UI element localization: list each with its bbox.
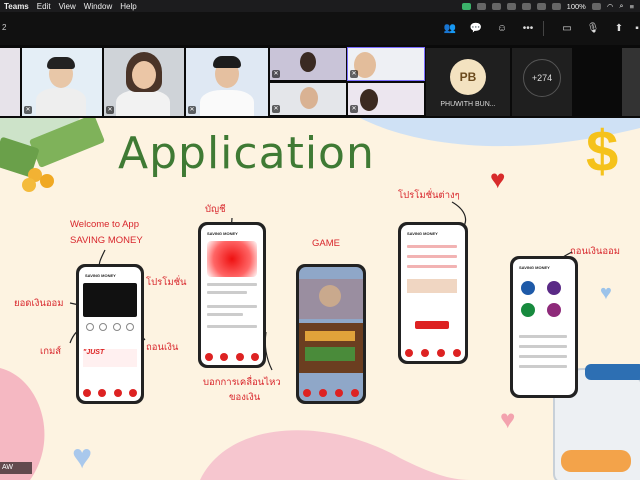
phone-nav-bar (201, 353, 263, 361)
promo-banner: "JUST (83, 349, 137, 367)
more-participants-tile[interactable]: +274 (512, 48, 572, 116)
phone-screen: SAVING MONEY (201, 225, 263, 365)
menu-view[interactable]: View (59, 2, 76, 11)
people-icon[interactable]: 👥 (443, 22, 457, 35)
battery-percent: 100% (566, 1, 586, 11)
reactions-icon[interactable]: ☺ (495, 22, 509, 35)
promo-image (407, 279, 457, 293)
tray-icon[interactable] (476, 2, 486, 10)
participant-name: PHUWITH BUN... (440, 101, 496, 108)
meeting-counter: 2 (2, 23, 7, 32)
phone-brand: SAVING MONEY (519, 265, 550, 270)
video-tile[interactable]: ✕ (22, 48, 102, 116)
video-tile[interactable]: ✕ (348, 83, 424, 115)
tray-icon[interactable] (506, 2, 516, 10)
mic-muted-icon: ✕ (106, 106, 114, 114)
phone-menu-icons (83, 323, 137, 333)
phone-mockup-account: SAVING MONEY (198, 222, 266, 368)
mic-muted-icon: ✕ (350, 105, 358, 113)
tray-icon[interactable] (521, 2, 531, 10)
phone-mockup-promotions: SAVING MONEY (398, 222, 468, 364)
menu-edit[interactable]: Edit (37, 2, 51, 11)
balance-card (207, 241, 257, 277)
camera-off-icon[interactable]: ▭ (560, 22, 574, 35)
video-tile[interactable]: ✕ (270, 83, 346, 115)
chat-icon[interactable]: 💬 (469, 22, 483, 35)
participant-tile-pb[interactable]: PB PHUWITH BUN... (426, 48, 510, 116)
menu-window[interactable]: Window (84, 2, 112, 11)
mic-muted-icon: ✕ (272, 105, 280, 113)
mic-muted-icon: ✕ (350, 70, 358, 78)
mic-muted-icon: ✕ (272, 70, 280, 78)
video-tile[interactable]: ✕ (104, 48, 184, 116)
wifi-icon[interactable]: ◠ (607, 2, 614, 11)
more-options-icon[interactable]: ••• (521, 22, 535, 35)
phone-screen (299, 267, 363, 401)
phone-screen: SAVING MONEY (401, 225, 465, 361)
game-board (299, 323, 363, 373)
phone-screen: SAVING MONEY (513, 259, 575, 395)
keyboard-image (83, 283, 137, 317)
mic-muted-icon: ✕ (24, 106, 32, 114)
avatar: PB (450, 59, 486, 95)
toolbar-divider (543, 21, 544, 36)
share-screen-icon[interactable]: ⬆ (612, 22, 626, 35)
more-participants-count: +274 (523, 59, 561, 97)
search-icon[interactable]: ⌕ (619, 1, 623, 11)
menu-help[interactable]: Help (120, 2, 136, 11)
tray-icon[interactable] (536, 2, 546, 10)
promo-button (415, 321, 449, 329)
bank-logo (521, 281, 535, 295)
video-tile[interactable] (622, 48, 640, 116)
mic-off-icon[interactable]: 🎙 (586, 22, 600, 35)
phone-mockup-home: SAVING MONEY "JUST (76, 264, 144, 404)
tray-icon[interactable] (461, 2, 471, 10)
participant-strip: ✕ ✕ ✕ ✕ ✕ ✕ ✕ PB PHUWITH BUN... +274 (0, 45, 640, 118)
phone-nav-bar (401, 349, 465, 357)
video-tile[interactable]: ✕ (270, 48, 346, 80)
bank-logo (547, 281, 561, 295)
shared-slide: $ ♥ ♥ ♥ ♥ Application Welcome to App SAV… (0, 118, 640, 480)
tray-icon[interactable] (551, 2, 561, 10)
phone-brand: SAVING MONEY (207, 231, 238, 236)
bank-logo (521, 303, 535, 317)
phone-brand: SAVING MONEY (407, 231, 438, 236)
phone-mockup-withdraw: SAVING MONEY (510, 256, 578, 398)
phone-mockup-game (296, 264, 366, 404)
app-menu-teams[interactable]: Teams (4, 2, 29, 11)
phone-screen: SAVING MONEY "JUST (79, 267, 141, 401)
video-tile[interactable]: ✕ (186, 48, 268, 116)
macos-menubar: Teams Edit View Window Help 100% ◠ ⌕ ≡ (0, 0, 640, 12)
phone-brand: SAVING MONEY (85, 273, 116, 278)
presenter-label: AW (0, 462, 32, 474)
video-tile[interactable]: ✕ (347, 47, 425, 81)
phone-nav-bar (79, 389, 141, 397)
volume-icon[interactable]: ▪ (634, 22, 640, 35)
game-character (299, 279, 363, 319)
battery-icon[interactable] (591, 2, 601, 10)
tray-icon[interactable] (491, 2, 501, 10)
video-tile[interactable] (0, 48, 20, 116)
meeting-toolbar: 2 👥 💬 ☺ ••• ▭ 🎙 ⬆ ▪ (0, 12, 640, 45)
mic-muted-icon: ✕ (188, 106, 196, 114)
phone-nav-bar (299, 389, 363, 397)
control-center-icon[interactable]: ≡ (630, 2, 634, 11)
bank-logo (547, 303, 561, 317)
menubar-status-area: 100% ◠ ⌕ ≡ (461, 0, 634, 12)
